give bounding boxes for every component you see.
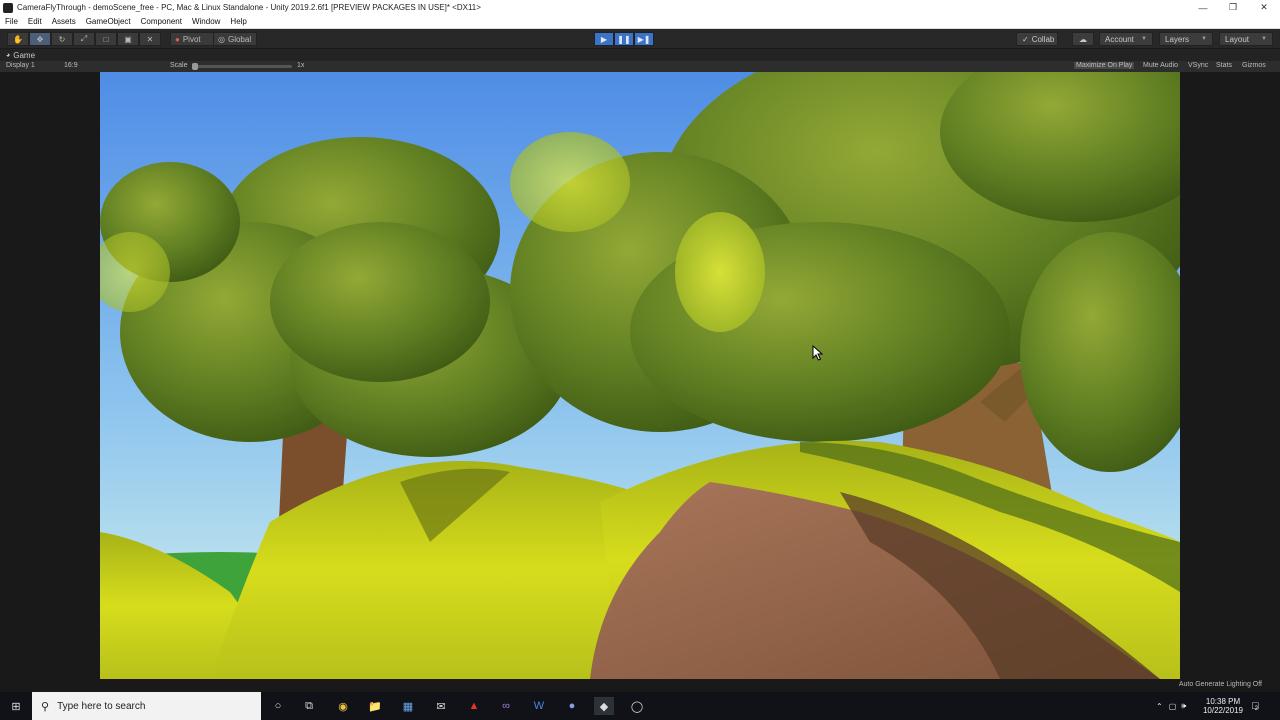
- menu-edit[interactable]: Edit: [28, 17, 42, 26]
- aspect-dropdown[interactable]: 16:9: [64, 62, 78, 69]
- acrobat-icon[interactable]: ▲: [464, 697, 484, 715]
- forest-scene-image: [100, 72, 1180, 679]
- search-placeholder: Type here to search: [57, 700, 146, 712]
- file-explorer-icon[interactable]: 📁: [365, 697, 385, 715]
- game-view-toolbar: Display 1 16:9 Scale 1x Maximize On Play…: [0, 61, 1280, 72]
- system-tray: ⌃ ▢ 🕪: [1156, 692, 1192, 720]
- collab-check-icon: ✓: [1022, 34, 1029, 44]
- title-bar: CameraFlyThrough - demoScene_free - PC, …: [0, 0, 1280, 15]
- layers-dropdown[interactable]: Layers ▼: [1159, 32, 1213, 46]
- game-viewport[interactable]: [0, 72, 1280, 692]
- globe-icon: ◎: [218, 34, 225, 44]
- pivot-icon: ●: [175, 34, 180, 44]
- cloud-button[interactable]: ☁: [1072, 32, 1094, 46]
- windows-start-icon[interactable]: ⊞: [6, 697, 26, 715]
- game-tab-icon: ◕: [6, 51, 11, 59]
- step-button[interactable]: ▶❚: [634, 32, 654, 46]
- clock-date: 10/22/2019: [1202, 706, 1244, 715]
- mail-icon[interactable]: ✉: [431, 697, 451, 715]
- tab-game[interactable]: ◕ Game: [0, 49, 1280, 61]
- chevron-up-icon[interactable]: ⌃: [1156, 702, 1163, 711]
- collab-label: Collab: [1031, 34, 1055, 44]
- status-bar: Auto Generate Lighting Off: [0, 679, 1280, 692]
- layout-label: Layout: [1225, 34, 1250, 44]
- notifications-button[interactable]: □ 2: [1252, 692, 1259, 720]
- taskbar: ⊞ ⚲ Type here to search ○ ⧉ ◉ 📁 ▦ ✉ ▲ ∞ …: [0, 692, 1280, 720]
- discord-icon[interactable]: ●: [562, 697, 582, 715]
- notification-count: 2: [1254, 706, 1258, 712]
- display-dropdown[interactable]: Display 1: [6, 62, 35, 69]
- chevron-down-icon: ▼: [1261, 36, 1267, 42]
- volume-icon[interactable]: 🕪: [1181, 701, 1186, 711]
- taskbar-search[interactable]: ⚲ Type here to search: [32, 692, 261, 720]
- menu-bar: File Edit Assets GameObject Component Wi…: [0, 15, 1280, 29]
- gizmos-dropdown[interactable]: Gizmos: [1242, 62, 1266, 69]
- mute-audio-toggle[interactable]: Mute Audio: [1143, 62, 1178, 69]
- vsync-toggle[interactable]: VSync: [1188, 62, 1208, 69]
- unity-app-icon: [3, 2, 13, 13]
- global-label: Global: [227, 34, 252, 44]
- pivot-label: Pivot: [182, 34, 201, 44]
- play-button[interactable]: ▶: [594, 32, 614, 46]
- menu-gameobject[interactable]: GameObject: [86, 17, 131, 26]
- rect-tool-icon[interactable]: □: [95, 32, 117, 46]
- game-render[interactable]: [100, 72, 1180, 679]
- account-label: Account: [1105, 34, 1134, 44]
- pivot-toggle[interactable]: ● Pivot: [170, 32, 214, 46]
- menu-component[interactable]: Component: [141, 17, 182, 26]
- clock[interactable]: 10:38 PM 10/22/2019: [1202, 692, 1244, 720]
- cloud-icon: ☁: [1079, 34, 1087, 44]
- scale-tool-icon[interactable]: ⤢: [73, 32, 95, 46]
- layers-label: Layers: [1165, 34, 1190, 44]
- network-icon[interactable]: ▢: [1169, 702, 1177, 711]
- restore-button[interactable]: ❐: [1217, 0, 1249, 15]
- mouse-cursor-icon: [812, 345, 824, 361]
- minimize-button[interactable]: —: [1187, 0, 1219, 15]
- visual-studio-icon[interactable]: ∞: [496, 697, 516, 715]
- tab-game-label: Game: [13, 50, 36, 60]
- pause-button[interactable]: ❚❚: [614, 32, 634, 46]
- cortana-icon[interactable]: ○: [268, 697, 288, 715]
- stats-toggle[interactable]: Stats: [1216, 62, 1232, 69]
- chevron-down-icon: ▼: [1141, 36, 1147, 42]
- rotate-tool-icon[interactable]: ↻: [51, 32, 73, 46]
- chrome-icon[interactable]: ◉: [333, 697, 353, 715]
- close-button[interactable]: ✕: [1248, 0, 1280, 15]
- clock-time: 10:38 PM: [1205, 697, 1241, 706]
- maximize-on-play-toggle[interactable]: Maximize On Play: [1074, 62, 1135, 69]
- search-icon: ⚲: [41, 700, 50, 713]
- lighting-status: Auto Generate Lighting Off: [1178, 681, 1262, 688]
- toolbar: ✋ ✥ ↻ ⤢ □ ▣ ✕ ● Pivot ◎ Global ▶ ❚❚ ▶❚ ✓…: [0, 29, 1280, 49]
- transform-tool-icon[interactable]: ▣: [117, 32, 139, 46]
- word-icon[interactable]: W: [529, 697, 549, 715]
- move-tool-icon[interactable]: ✥: [29, 32, 51, 46]
- menu-file[interactable]: File: [5, 17, 18, 26]
- store-icon[interactable]: ▦: [398, 697, 418, 715]
- scale-label: Scale: [170, 62, 188, 69]
- menu-window[interactable]: Window: [192, 17, 220, 26]
- scale-slider[interactable]: [192, 63, 292, 70]
- task-view-icon[interactable]: ⧉: [299, 697, 319, 715]
- collab-dropdown[interactable]: ✓ Collab: [1016, 32, 1058, 46]
- menu-assets[interactable]: Assets: [52, 17, 76, 26]
- account-dropdown[interactable]: Account ▼: [1099, 32, 1153, 46]
- hand-tool-icon[interactable]: ✋: [7, 32, 29, 46]
- chevron-down-icon: ▼: [1201, 36, 1207, 42]
- layout-dropdown[interactable]: Layout ▼: [1219, 32, 1273, 46]
- custom-tool-icon[interactable]: ✕: [139, 32, 161, 46]
- scale-value: 1x: [297, 62, 305, 69]
- unity-icon[interactable]: ◆: [594, 697, 614, 715]
- window-title: CameraFlyThrough - demoScene_free - PC, …: [17, 3, 481, 12]
- menu-help[interactable]: Help: [230, 17, 246, 26]
- global-toggle[interactable]: ◎ Global: [213, 32, 257, 46]
- scale-slider-handle[interactable]: [192, 63, 198, 70]
- unity-hub-icon[interactable]: ◯: [627, 697, 647, 715]
